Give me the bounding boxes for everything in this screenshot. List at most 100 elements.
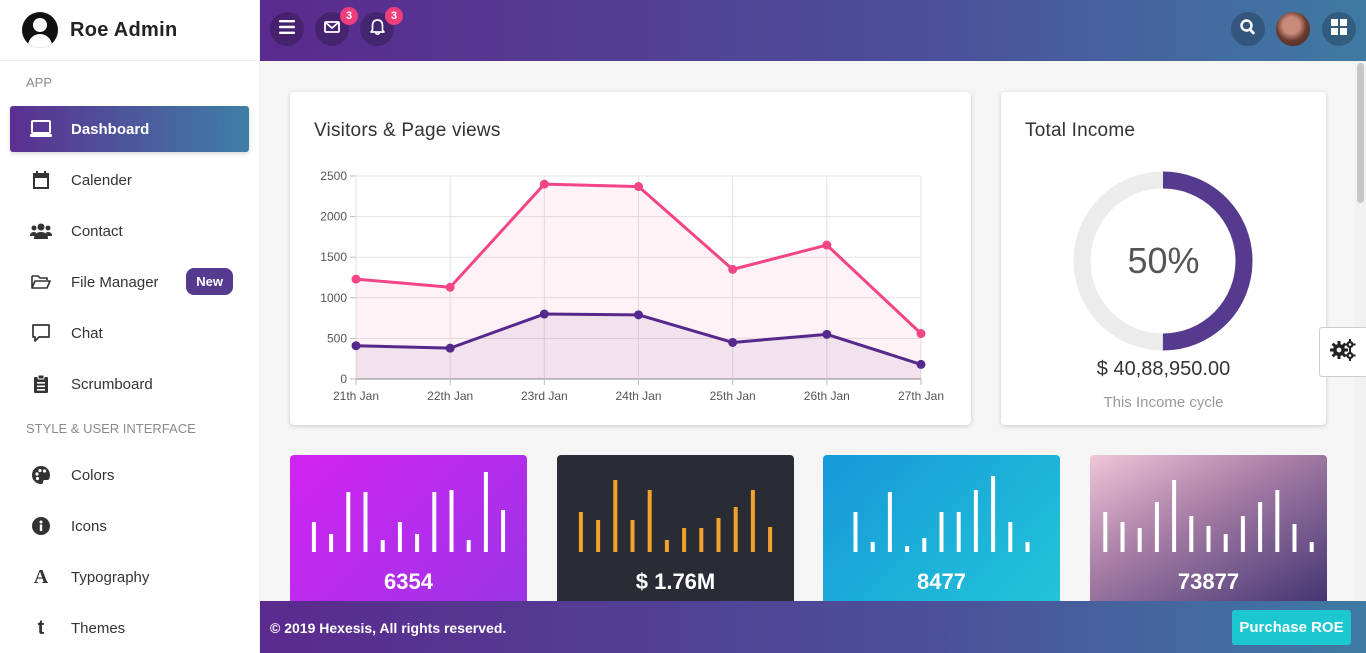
mini-bar xyxy=(1137,528,1142,552)
sidebar-item-themes[interactable]: t Themes xyxy=(10,605,249,651)
notification-count-badge: 3 xyxy=(385,7,403,25)
data-point[interactable] xyxy=(634,310,643,320)
brand[interactable]: Roe Admin xyxy=(0,0,259,61)
x-tick-label: 26th Jan xyxy=(804,389,850,403)
sidebar-item-colors[interactable]: Colors xyxy=(10,452,249,498)
stat-value: 73877 xyxy=(1177,569,1240,594)
mini-bar xyxy=(1120,522,1125,552)
mini-bar xyxy=(1008,522,1013,552)
x-tick-label: 24th Jan xyxy=(615,389,661,403)
sidebar-item-typography[interactable]: A Typography xyxy=(10,554,249,600)
sidebar-item-label: Icons xyxy=(71,517,107,535)
laptop-icon xyxy=(30,118,52,140)
sidebar-item-label: Colors xyxy=(71,466,115,484)
mini-bar xyxy=(578,512,583,552)
data-point[interactable] xyxy=(822,329,832,339)
sidebar-item-file-manager[interactable]: File Manager New xyxy=(10,259,249,305)
footer: © 2019 Hexesis, All rights reserved. Pur… xyxy=(260,601,1366,653)
sidebar-item-scrumboard[interactable]: Scrumboard xyxy=(10,361,249,407)
mini-bar xyxy=(449,490,454,552)
avatar[interactable] xyxy=(1276,12,1310,46)
mini-bar xyxy=(397,522,402,552)
section-label-app: APP xyxy=(26,75,53,90)
mini-bar xyxy=(887,492,892,552)
folder-open-icon xyxy=(30,271,52,293)
y-tick-label: 2500 xyxy=(320,169,347,183)
info-icon xyxy=(30,515,52,537)
sidebar-item-label: Chat xyxy=(71,324,103,342)
mini-bar xyxy=(1154,502,1159,552)
mini-bar xyxy=(682,528,687,552)
mini-bar xyxy=(1258,502,1263,552)
sidebar-item-icons[interactable]: Icons xyxy=(10,503,249,549)
mini-bar xyxy=(1103,512,1108,552)
data-point[interactable] xyxy=(728,264,738,274)
mini-bar xyxy=(311,522,316,552)
data-point[interactable] xyxy=(539,179,549,189)
mini-bar xyxy=(346,492,351,552)
gears-icon xyxy=(1330,338,1356,366)
x-tick-label: 23rd Jan xyxy=(521,389,568,403)
new-badge: New xyxy=(186,268,233,295)
data-point[interactable] xyxy=(445,282,455,292)
y-tick-label: 0 xyxy=(340,372,347,386)
visitors-line-chart: 0 500 1000 1500 2000 2500 21th Jan 22th Jan 23rd… xyxy=(320,169,944,403)
mini-bar xyxy=(768,527,773,552)
user-circle-icon xyxy=(22,12,58,48)
mini-bar xyxy=(596,520,601,552)
sidebar-item-chat[interactable]: Chat xyxy=(10,310,249,356)
data-point[interactable] xyxy=(539,309,549,319)
sidebar-item-label: Typography xyxy=(71,568,150,586)
mini-bar xyxy=(939,512,944,552)
search-button[interactable] xyxy=(1231,12,1265,46)
scrollbar-thumb[interactable] xyxy=(1357,63,1364,203)
mini-bar xyxy=(699,528,704,552)
stat-card-4[interactable]: 73877 xyxy=(1090,455,1327,615)
data-point[interactable] xyxy=(445,343,455,353)
mini-bar xyxy=(647,490,652,552)
sidebar-item-dashboard[interactable]: Dashboard xyxy=(10,106,249,152)
mini-bar xyxy=(1189,516,1194,552)
apps-button[interactable] xyxy=(1322,12,1356,46)
mini-bar xyxy=(905,546,910,552)
mini-bar xyxy=(501,510,506,552)
mini-bar xyxy=(664,540,669,552)
stat-value: $ 1.76M xyxy=(635,569,716,594)
sidebar-item-contact[interactable]: Contact xyxy=(10,208,249,254)
palette-icon xyxy=(30,464,52,486)
y-tick-label: 500 xyxy=(327,331,347,345)
mini-bar xyxy=(1206,526,1211,552)
stat-card-3[interactable]: 8477 xyxy=(823,455,1060,615)
stat-bar-chart xyxy=(311,472,506,552)
mini-bar xyxy=(380,540,385,552)
stat-card-1[interactable]: 6354 xyxy=(290,455,527,615)
mini-bar xyxy=(991,476,996,552)
income-caption: This Income cycle xyxy=(1103,394,1224,411)
menu-toggle-button[interactable] xyxy=(270,12,304,46)
mini-bar xyxy=(1275,490,1280,552)
sidebar-item-calender[interactable]: Calender xyxy=(10,157,249,203)
topbar: 3 3 xyxy=(260,0,1366,61)
theme-settings-button[interactable] xyxy=(1319,327,1366,377)
data-point[interactable] xyxy=(351,274,361,284)
data-point[interactable] xyxy=(822,240,832,250)
brand-title: Roe Admin xyxy=(70,18,178,41)
data-point[interactable] xyxy=(728,337,738,347)
mini-bar xyxy=(956,512,961,552)
mail-button[interactable]: 3 xyxy=(315,7,358,46)
notifications-button[interactable]: 3 xyxy=(360,7,403,46)
tumblr-icon: t xyxy=(37,616,45,639)
stat-card-2[interactable]: $ 1.76M xyxy=(557,455,794,615)
data-point[interactable] xyxy=(916,359,926,369)
purchase-button[interactable]: Purchase ROE xyxy=(1232,610,1351,645)
mini-bar xyxy=(483,472,488,552)
calendar-icon xyxy=(30,169,52,191)
data-point[interactable] xyxy=(634,182,643,192)
chat-icon xyxy=(30,322,52,344)
users-icon xyxy=(30,220,52,242)
data-point[interactable] xyxy=(351,341,361,351)
mini-bar xyxy=(853,512,858,552)
data-point[interactable] xyxy=(916,329,926,339)
y-tick-label: 1500 xyxy=(320,250,347,264)
stat-bar-chart xyxy=(853,476,1030,552)
